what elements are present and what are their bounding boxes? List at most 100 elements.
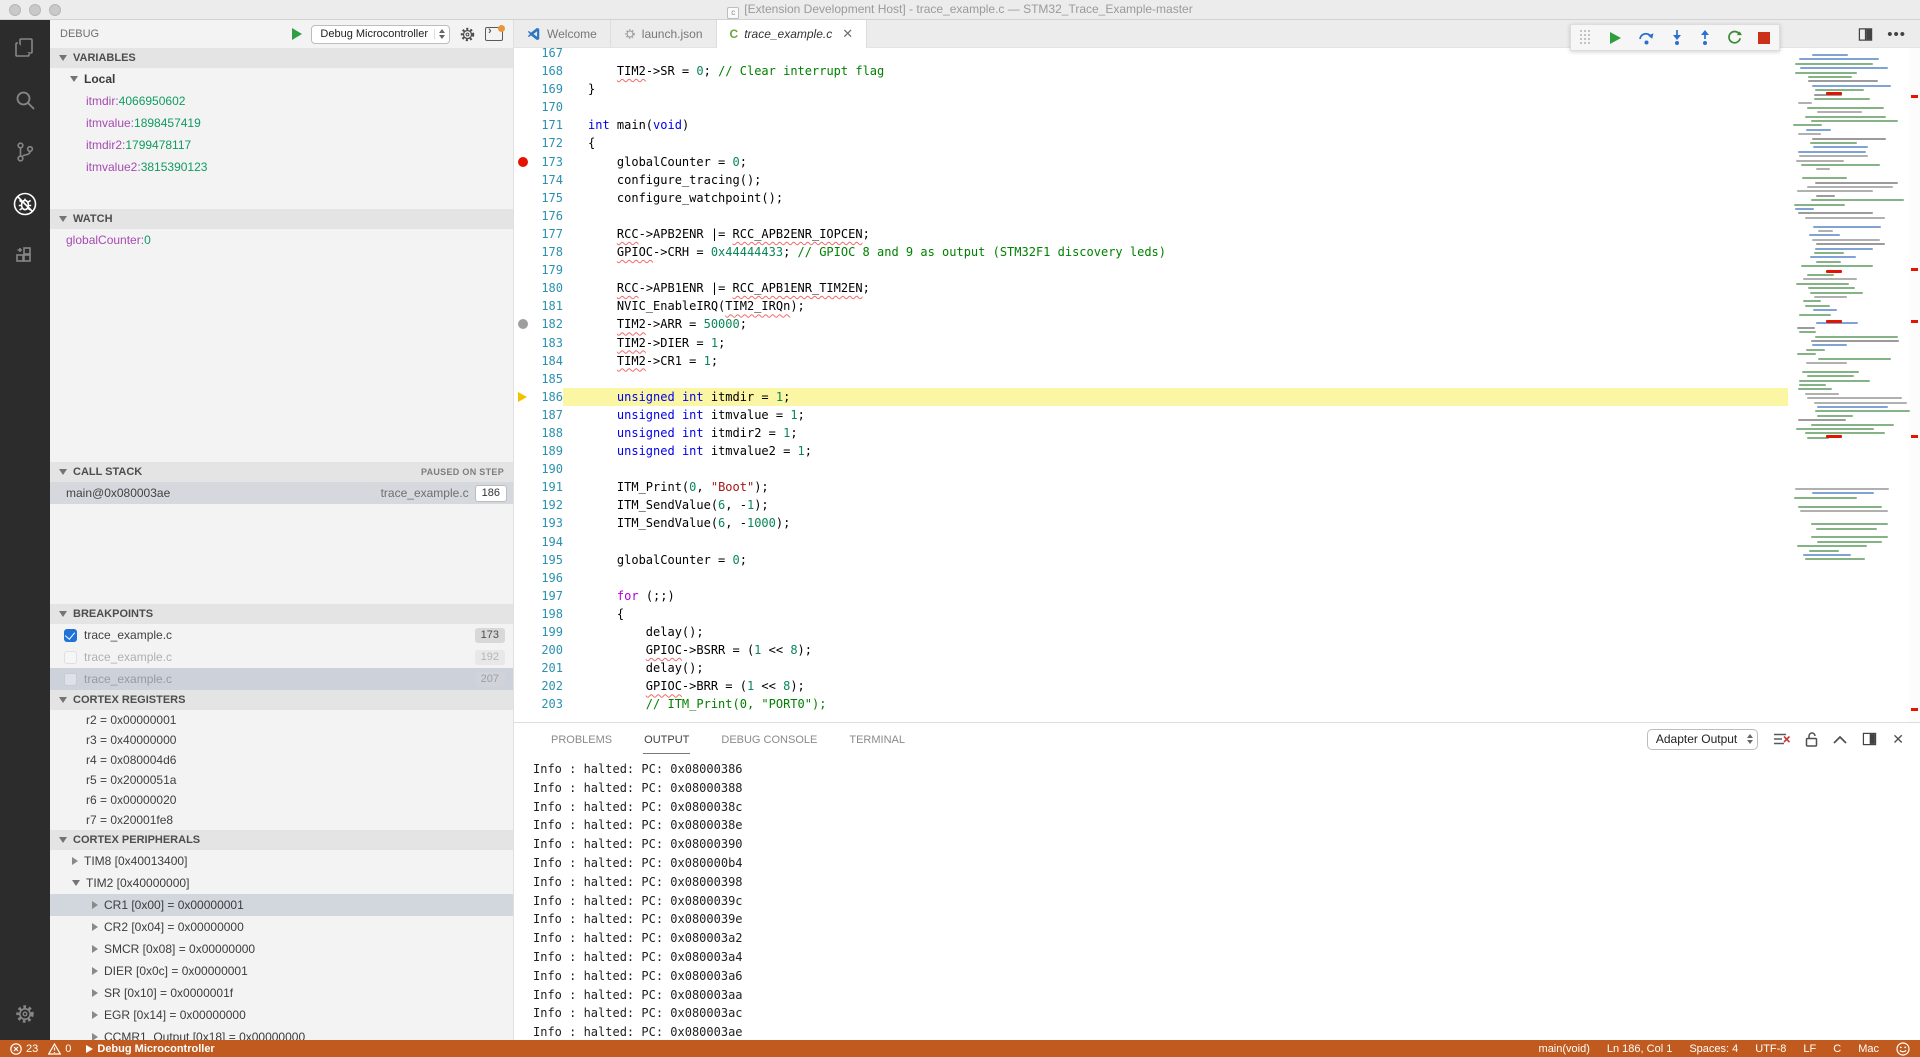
line-number[interactable]: 183: [531, 334, 563, 352]
line-number[interactable]: 178: [531, 243, 563, 261]
code-line-content[interactable]: [563, 98, 1788, 116]
code-line-content[interactable]: TIM2->SR = 0; // Clear interrupt flag: [563, 62, 1788, 80]
maximize-panel-icon[interactable]: [1833, 735, 1847, 744]
watch-row[interactable]: globalCounter: 0: [50, 229, 513, 251]
code-line-content[interactable]: // ITM_Print(0, "PORT0");: [563, 695, 1788, 713]
debug-console-icon[interactable]: [485, 27, 503, 41]
line-number[interactable]: 171: [531, 116, 563, 134]
status-item-c[interactable]: C: [1833, 1043, 1841, 1055]
line-number[interactable]: 167: [531, 48, 563, 62]
code-line-content[interactable]: TIM2->ARR = 50000;: [563, 315, 1788, 333]
line-number[interactable]: 182: [531, 315, 563, 333]
start-debug-icon[interactable]: [292, 28, 302, 40]
gutter-glyph-margin[interactable]: [514, 319, 531, 329]
code-line-content[interactable]: int main(void): [563, 116, 1788, 134]
code-area[interactable]: 167168 TIM2->SR = 0; // Clear interrupt …: [514, 48, 1788, 722]
code-line-content[interactable]: ITM_SendValue(6, -1);: [563, 496, 1788, 514]
more-actions-icon[interactable]: •••: [1887, 26, 1906, 43]
line-number[interactable]: 198: [531, 605, 563, 623]
line-number[interactable]: 173: [531, 153, 563, 171]
gear-icon[interactable]: [459, 26, 476, 43]
breakpoint-row[interactable]: trace_example.c207: [50, 668, 513, 690]
smiley-icon[interactable]: [1896, 1042, 1910, 1056]
breakpoint-checkbox[interactable]: [64, 629, 77, 642]
line-number[interactable]: 172: [531, 134, 563, 152]
line-number[interactable]: 202: [531, 677, 563, 695]
line-number[interactable]: 179: [531, 261, 563, 279]
gutter-glyph-margin[interactable]: [514, 392, 531, 402]
code-line-content[interactable]: TIM2->CR1 = 1;: [563, 352, 1788, 370]
line-number[interactable]: 189: [531, 442, 563, 460]
explorer-icon[interactable]: [11, 34, 39, 62]
peripheral-row[interactable]: TIM2 [0x40000000]: [50, 872, 513, 894]
variable-row[interactable]: itmvalue2: 3815390123: [50, 156, 513, 178]
output-channel-select[interactable]: Adapter Output: [1647, 729, 1758, 750]
settings-gear-icon[interactable]: [11, 1000, 39, 1028]
zoom-window-button[interactable]: [49, 4, 61, 16]
code-line-content[interactable]: [563, 460, 1788, 478]
split-editor-icon[interactable]: [1858, 27, 1873, 42]
code-line-content[interactable]: [563, 370, 1788, 388]
line-number[interactable]: 192: [531, 496, 563, 514]
line-number[interactable]: 175: [531, 189, 563, 207]
peripheral-row[interactable]: SMCR [0x08] = 0x00000000: [50, 938, 513, 960]
line-number[interactable]: 168: [531, 62, 563, 80]
extensions-icon[interactable]: [11, 242, 39, 270]
register-row[interactable]: r4 = 0x080004d6: [50, 750, 513, 770]
step-into-button[interactable]: [1671, 30, 1683, 45]
breakpoint-checkbox[interactable]: [64, 673, 77, 686]
line-number[interactable]: 194: [531, 533, 563, 551]
close-panel-icon[interactable]: ✕: [1892, 731, 1904, 748]
split-panel-icon[interactable]: [1862, 732, 1877, 746]
cortex-peripherals-section-header[interactable]: CORTEX PERIPHERALS: [50, 830, 513, 850]
line-number[interactable]: 195: [531, 551, 563, 569]
register-row[interactable]: r6 = 0x00000020: [50, 790, 513, 810]
line-number[interactable]: 191: [531, 478, 563, 496]
status-item-ln-186-col-1[interactable]: Ln 186, Col 1: [1607, 1043, 1672, 1055]
minimap[interactable]: [1788, 48, 1910, 722]
peripheral-row[interactable]: DIER [0x0c] = 0x00000001: [50, 960, 513, 982]
call-stack-frame[interactable]: main@0x080003ae trace_example.c 186: [50, 482, 513, 504]
peripheral-row[interactable]: CCMR1_Output [0x18] = 0x00000000: [50, 1026, 513, 1040]
code-line-content[interactable]: [563, 207, 1788, 225]
watch-section-header[interactable]: WATCH: [50, 209, 513, 229]
line-number[interactable]: 169: [531, 80, 563, 98]
line-number[interactable]: 181: [531, 297, 563, 315]
code-line-content[interactable]: ITM_Print(0, "Boot");: [563, 478, 1788, 496]
line-number[interactable]: 188: [531, 424, 563, 442]
peripheral-row[interactable]: CR2 [0x04] = 0x00000000: [50, 916, 513, 938]
register-row[interactable]: r3 = 0x40000000: [50, 730, 513, 750]
line-number[interactable]: 201: [531, 659, 563, 677]
peripheral-row[interactable]: SR [0x10] = 0x0000001f: [50, 982, 513, 1004]
debug-icon[interactable]: [11, 190, 39, 218]
peripheral-row[interactable]: EGR [0x14] = 0x00000000: [50, 1004, 513, 1026]
status-item-main-void-[interactable]: main(void): [1539, 1043, 1590, 1055]
gutter-glyph-margin[interactable]: [514, 157, 531, 167]
tab-problems[interactable]: PROBLEMS: [550, 725, 613, 753]
line-number[interactable]: 197: [531, 587, 563, 605]
variables-section-header[interactable]: VARIABLES: [50, 48, 513, 68]
code-line-content[interactable]: {: [563, 134, 1788, 152]
step-over-button[interactable]: [1638, 30, 1655, 45]
close-tab-icon[interactable]: ✕: [842, 26, 853, 42]
search-icon[interactable]: [11, 86, 39, 114]
line-number[interactable]: 186: [531, 388, 563, 406]
register-row[interactable]: r2 = 0x00000001: [50, 710, 513, 730]
stop-button[interactable]: [1758, 32, 1770, 44]
restart-button[interactable]: [1727, 30, 1742, 45]
breakpoints-section-header[interactable]: BREAKPOINTS: [50, 604, 513, 624]
code-line-content[interactable]: configure_watchpoint();: [563, 189, 1788, 207]
code-line-content[interactable]: unsigned int itmvalue = 1;: [563, 406, 1788, 424]
peripheral-row[interactable]: CR1 [0x00] = 0x00000001: [50, 894, 513, 916]
code-line-content[interactable]: unsigned int itmvalue2 = 1;: [563, 442, 1788, 460]
code-line-content[interactable]: for (;;): [563, 587, 1788, 605]
line-number[interactable]: 176: [531, 207, 563, 225]
code-line-content[interactable]: configure_tracing();: [563, 171, 1788, 189]
code-line-content[interactable]: delay();: [563, 623, 1788, 641]
line-number[interactable]: 193: [531, 514, 563, 532]
line-number[interactable]: 184: [531, 352, 563, 370]
disabled-breakpoint-dot-icon[interactable]: [518, 319, 528, 329]
tab-terminal[interactable]: TERMINAL: [848, 725, 906, 753]
tab-trace-example-c[interactable]: C trace_example.c ✕: [717, 20, 868, 48]
breakpoint-row[interactable]: trace_example.c192: [50, 646, 513, 668]
